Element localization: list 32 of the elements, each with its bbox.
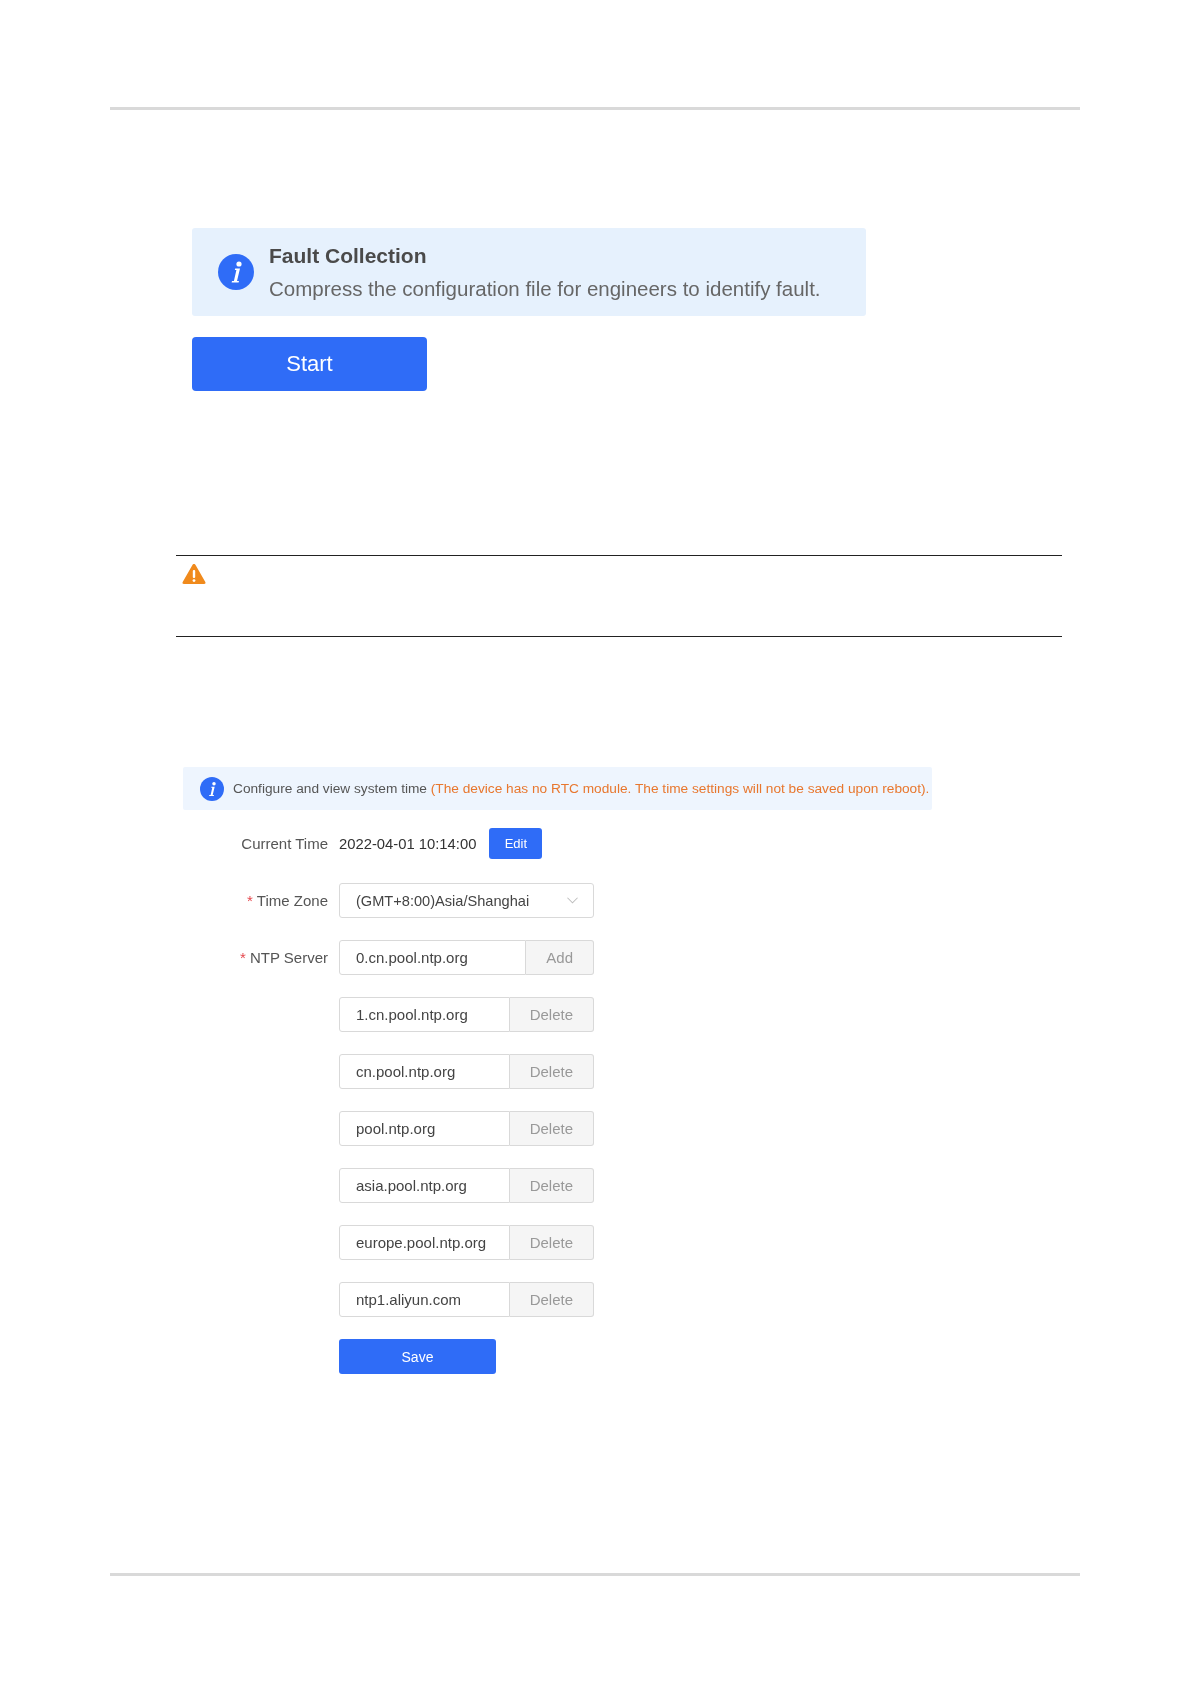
ntp-server-field[interactable]: 0.cn.pool.ntp.org xyxy=(339,940,527,975)
warning-icon xyxy=(182,563,206,585)
field-label: NTP Server xyxy=(249,949,328,966)
card-title: Fault Collection xyxy=(269,243,428,268)
ntp-server-field[interactable]: pool.ntp.org xyxy=(339,1111,510,1146)
current-time-value: 2022-04-01 10:14:00 xyxy=(339,835,477,852)
required-mark: * xyxy=(240,949,246,966)
delete-button[interactable]: Delete xyxy=(509,1054,594,1089)
info-icon xyxy=(200,776,224,801)
card-description: Compress the configuration file for engineers to identify fault. xyxy=(269,276,821,301)
chevron-down-icon xyxy=(567,897,578,904)
ntp-server-field[interactable]: ntp1.aliyun.com xyxy=(339,1282,510,1317)
field-label: Time Zone xyxy=(256,892,328,909)
banner-warning-note: (The device has no RTC module. The time settings will not be saved upon reboot). xyxy=(430,781,930,796)
edit-button[interactable]: Edit xyxy=(489,828,543,859)
field-label: Current Time xyxy=(241,835,328,852)
info-icon xyxy=(218,254,254,290)
start-button[interactable]: Start xyxy=(192,337,427,391)
ntp-server-field[interactable]: asia.pool.ntp.org xyxy=(339,1168,510,1203)
save-button[interactable]: Save xyxy=(339,1339,496,1374)
delete-button[interactable]: Delete xyxy=(509,1168,594,1203)
ntp-server-field[interactable]: 1.cn.pool.ntp.org xyxy=(339,997,510,1032)
delete-button[interactable]: Delete xyxy=(509,1282,594,1317)
delete-button[interactable]: Delete xyxy=(509,1111,594,1146)
ntp-server-field[interactable]: europe.pool.ntp.org xyxy=(339,1225,510,1260)
add-button[interactable]: Add xyxy=(526,940,594,975)
banner-text: Configure and view system time xyxy=(233,781,427,796)
delete-button[interactable]: Delete xyxy=(509,997,594,1032)
time-zone-select[interactable]: (GMT+8:00)Asia/Shanghai xyxy=(339,883,594,918)
required-mark: * xyxy=(247,892,253,909)
delete-button[interactable]: Delete xyxy=(509,1225,594,1260)
ntp-server-field[interactable]: cn.pool.ntp.org xyxy=(339,1054,510,1089)
